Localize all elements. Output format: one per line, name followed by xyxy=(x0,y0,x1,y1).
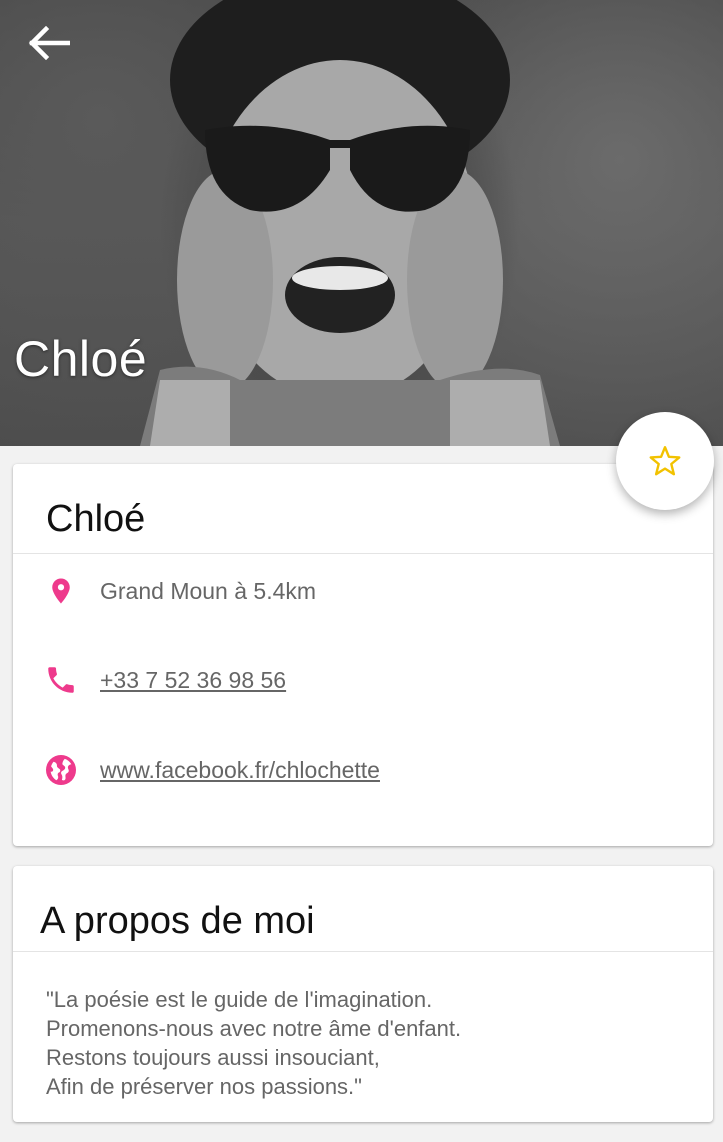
quote-line: Afin de préserver nos passions." xyxy=(46,1074,362,1099)
profile-cover-photo: Chloé xyxy=(0,0,723,446)
website-link[interactable]: www.facebook.fr/chlochette xyxy=(100,757,380,784)
quote-line: "La poésie est le guide de l'imagination… xyxy=(46,987,433,1012)
divider xyxy=(13,553,713,554)
favorite-button[interactable] xyxy=(616,412,714,510)
about-title: A propos de moi xyxy=(40,900,315,942)
location-text: Grand Moun à 5.4km xyxy=(100,577,317,604)
arrow-left-icon xyxy=(28,26,70,60)
divider xyxy=(13,951,713,952)
quote-line: Promenons-nous avec notre âme d'enfant. xyxy=(46,1016,462,1041)
about-card: A propos de moi "La poésie est le guide … xyxy=(13,866,713,1122)
back-button[interactable] xyxy=(22,22,74,64)
profile-header-name: Chloé xyxy=(14,331,148,387)
profile-name: Chloé xyxy=(46,498,146,540)
phone-icon xyxy=(43,662,79,698)
quote-line: Restons toujours aussi insouciant, xyxy=(46,1045,380,1070)
phone-row[interactable]: +33 7 52 36 98 56 xyxy=(43,657,683,703)
website-row[interactable]: www.facebook.fr/chlochette xyxy=(43,747,683,793)
profile-details-card: Chloé Grand Moun à 5.4km +33 7 52 36 98 … xyxy=(13,464,713,846)
star-outline-icon xyxy=(649,446,681,476)
location-row: Grand Moun à 5.4km xyxy=(43,568,683,614)
location-pin-icon xyxy=(43,573,79,609)
phone-link[interactable]: +33 7 52 36 98 56 xyxy=(100,667,286,694)
about-quote: "La poésie est le guide de l'imagination… xyxy=(46,985,686,1101)
globe-icon xyxy=(43,752,79,788)
